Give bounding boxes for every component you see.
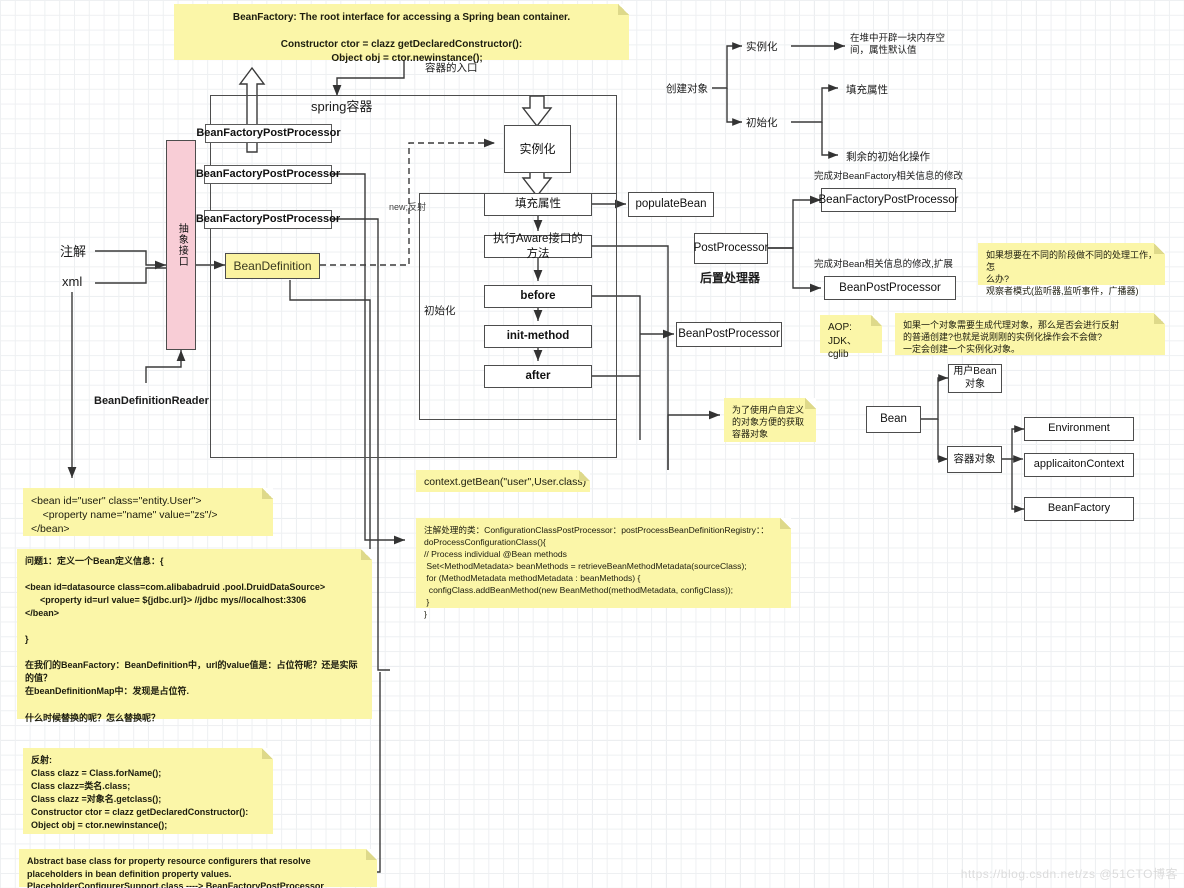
note-get-bean: context.getBean("user",User.class): [416, 470, 590, 492]
bean-factory-box[interactable]: BeanFactory: [1024, 497, 1134, 521]
caption-modify-bean: 完成对Bean相关信息的修改,扩展: [814, 259, 953, 270]
create-object-initialize-child-1: 剩余的初始化操作: [846, 151, 930, 163]
application-context-box[interactable]: applicaitonContext: [1024, 453, 1134, 477]
abstract-interface-label: 抽象接口: [176, 223, 188, 267]
create-object-instantiate-detail: 在堆中开辟一块内存空 间，属性默认值: [850, 33, 946, 57]
note-placeholder-configurer: Abstract base class for property resourc…: [19, 849, 377, 888]
label-spring-container: spring容器: [311, 99, 373, 114]
note-reflection: 反射: Class clazz = Class.forName(); Class…: [23, 748, 273, 834]
beanfactorypostprocessor-box-3[interactable]: BeanFactoryPostProcessor: [196, 210, 340, 229]
user-bean-object-box[interactable]: 用户Bean 对象: [948, 364, 1002, 393]
bean-factory-post-processor-right-box[interactable]: BeanFactoryPostProcessor: [819, 188, 959, 212]
label-initialize-group: 初始化: [424, 305, 456, 317]
note-question1: 问题1：定义一个Bean定义信息：{ <bean id=datasource c…: [17, 549, 372, 723]
beanfactorypostprocessor-box-1[interactable]: BeanFactoryPostProcessor: [196, 124, 341, 143]
label-bean-definition-reader: BeanDefinitionReader: [94, 395, 209, 407]
lifecycle-step-before[interactable]: before: [484, 285, 592, 308]
lifecycle-step-init-method[interactable]: init-method: [484, 325, 592, 348]
note-observer-pattern: 如果想要在不同的阶段做不同的处理工作，怎 么办? 观察者模式(监听器,监听事件，…: [978, 243, 1165, 296]
populate-bean-box[interactable]: populateBean: [628, 192, 714, 217]
note-bean-xml: <bean id="user" class="entity.User"> <pr…: [23, 488, 273, 536]
note-annotation-processing: 注解处理的类：ConfigurationClassPostProcessor：p…: [416, 518, 791, 619]
lifecycle-step-after[interactable]: after: [484, 365, 592, 388]
label-new-reflect: new;反射: [389, 202, 427, 212]
label-post-processor-group: 后置处理器: [700, 271, 761, 285]
note-container-object-reason: 为了使用户自定义 的对象方便的获取 容器对象: [724, 398, 816, 442]
post-processor-box[interactable]: PostProcessor: [694, 233, 768, 264]
watermark: https://blog.csdn.net/zs @51CTO博客: [960, 867, 1178, 881]
lifecycle-step-aware-methods[interactable]: 执行Aware接口的方法: [484, 233, 592, 260]
container-object-box[interactable]: 容器对象: [947, 446, 1002, 473]
environment-box[interactable]: Environment: [1024, 417, 1134, 441]
label-annotation-source: 注解: [60, 244, 87, 259]
create-object-initialize-label: 初始化: [746, 117, 778, 129]
note-aop: AOP: JDK、cglib: [820, 315, 882, 360]
note-proxy-question: 如果一个对象需要生成代理对象，那么是否会进行反射 的普通创建?也就是说刚刚的实例…: [895, 313, 1165, 355]
label-container-entry: 容器的入口: [425, 62, 478, 74]
bean-tree-root-box[interactable]: Bean: [866, 406, 921, 433]
abstract-interface-box[interactable]: 抽象接口: [166, 140, 196, 350]
bean-post-processor-box[interactable]: BeanPostProcessor: [676, 322, 782, 347]
bean-post-processor-right-box[interactable]: BeanPostProcessor: [824, 276, 956, 300]
note-beanfactory-root-interface: BeanFactory: The root interface for acce…: [174, 4, 629, 64]
lifecycle-step-populate-properties[interactable]: 填充属性: [484, 193, 592, 216]
create-object-root-label: 创建对象: [666, 83, 708, 95]
instantiate-box[interactable]: 实例化: [504, 125, 571, 173]
label-xml-source: xml: [62, 274, 83, 289]
bean-definition-box[interactable]: BeanDefinition: [225, 253, 320, 279]
beanfactorypostprocessor-box-2[interactable]: BeanFactoryPostProcessor: [196, 165, 340, 184]
create-object-instantiate-label: 实例化: [746, 41, 778, 53]
caption-modify-beanfactory: 完成对BeanFactory相关信息的修改: [814, 171, 963, 182]
create-object-initialize-child-0: 填充属性: [846, 84, 888, 96]
diagram-canvas: BeanFactory: The root interface for acce…: [0, 0, 1184, 888]
